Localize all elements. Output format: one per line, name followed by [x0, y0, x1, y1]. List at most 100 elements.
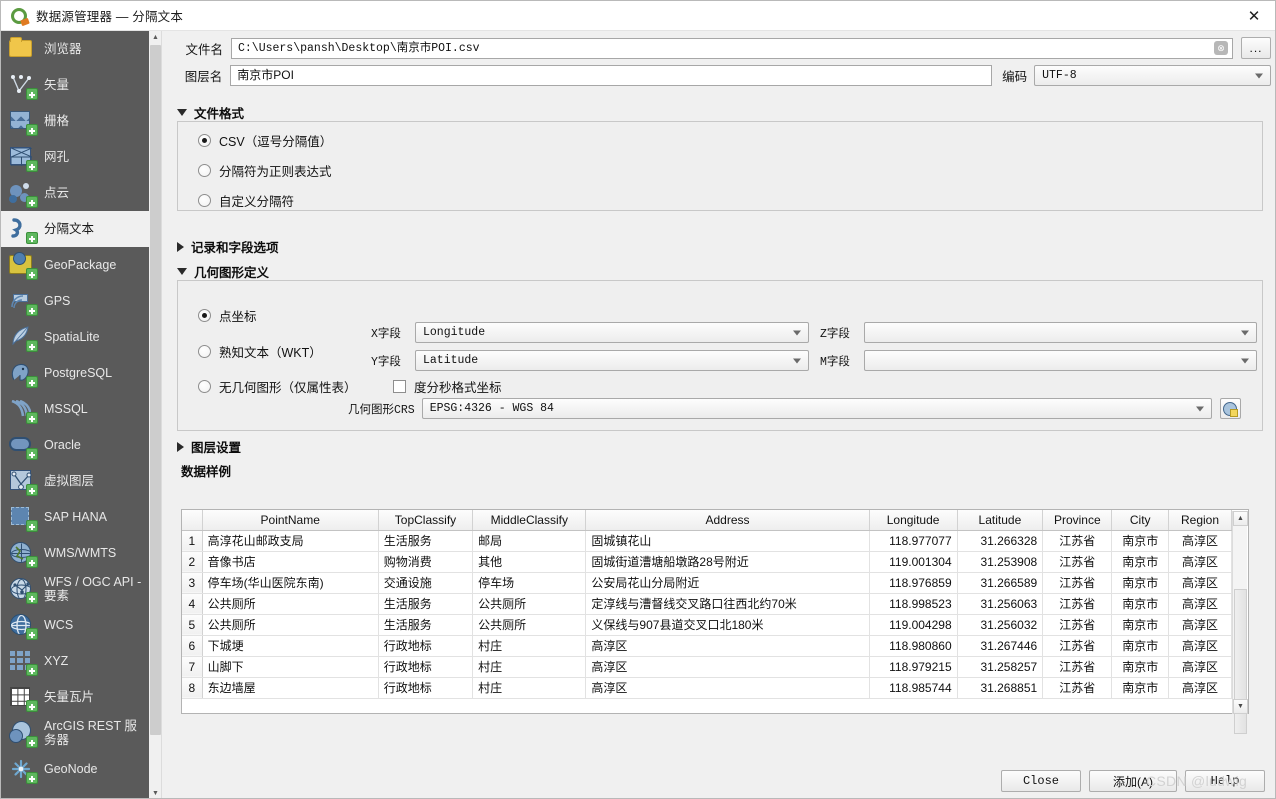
crs-select[interactable]: EPSG:4326 - WGS 84: [421, 398, 1212, 419]
chevron-down-icon: [1241, 330, 1249, 335]
sidebar-item-2[interactable]: 栅格: [1, 103, 149, 139]
radio-custom-delimiter[interactable]: 自定义分隔符: [198, 191, 294, 210]
sidebar-item-18[interactable]: 矢量瓦片: [1, 679, 149, 715]
sidebar-item-3[interactable]: 网孔: [1, 139, 149, 175]
filename-input[interactable]: C:\Users\pansh\Desktop\南京市POI.csv: [231, 37, 1233, 59]
table-row[interactable]: 6 下城埂 行政地标 村庄 高淳区 118.980860 31.267446 江苏省 南京市 高淳…: [182, 635, 1232, 657]
browse-file-button[interactable]: ...: [1241, 37, 1271, 59]
add-badge-icon: [26, 268, 38, 280]
radio-point-coordinates[interactable]: 点坐标: [198, 306, 257, 325]
layername-input[interactable]: 南京市POI: [230, 65, 993, 86]
filename-row: 文件名 C:\Users\pansh\Desktop\南京市POI.csv ⊗ …: [171, 37, 1271, 59]
radio-dot-icon: [198, 309, 211, 322]
table-row[interactable]: 8 东边墙屋 行政地标 村庄 高淳区 118.985744 31.268851 江苏省 南京市高…: [182, 677, 1232, 699]
close-button[interactable]: Close: [1001, 770, 1081, 792]
sidebar-item-11[interactable]: Oracle: [1, 427, 149, 463]
layer-settings-header[interactable]: 图层设置: [177, 437, 241, 456]
table-cell: 高淳花山邮政支局: [202, 530, 379, 552]
table-vertical-scrollbar[interactable]: ▲ ▼: [1232, 511, 1248, 734]
table-row[interactable]: 4 公共厕所 生活服务 公共厕所 定淳线与漕督线交叉路口往西北约70米 118.99852…: [182, 593, 1232, 615]
dms-checkbox-row[interactable]: 度分秒格式坐标: [393, 377, 502, 396]
sidebar-item-6[interactable]: GeoPackage: [1, 247, 149, 283]
column-header-4[interactable]: Longitude: [869, 510, 958, 531]
postgresql-icon: [7, 359, 38, 388]
title-bar: 数据源管理器 — 分隔文本 ✕: [1, 1, 1275, 31]
table-cell: 公共厕所: [472, 614, 587, 636]
file-format-groupbox: CSV（逗号分隔值） 分隔符为正则表达式 自定义分隔符: [177, 121, 1263, 211]
radio-wkt[interactable]: 熟知文本（WKT）: [198, 342, 322, 361]
column-header-1[interactable]: TopClassify: [378, 510, 474, 531]
sidebar-item-19[interactable]: ArcGIS REST 服务器: [1, 715, 149, 751]
sidebar-item-7[interactable]: GPS: [1, 283, 149, 319]
sidebar-item-16[interactable]: WCS: [1, 607, 149, 643]
sidebar-item-label: WCS: [44, 617, 74, 632]
radio-csv[interactable]: CSV（逗号分隔值）: [198, 131, 332, 150]
x-field-select[interactable]: Longitude: [415, 322, 809, 343]
sidebar-item-1[interactable]: 矢量: [1, 67, 149, 103]
sidebar-item-14[interactable]: WMS/WMTS: [1, 535, 149, 571]
crs-label: 几何图形CRS: [348, 403, 415, 417]
x-field-value: Longitude: [423, 326, 486, 339]
table-row[interactable]: 2 音像书店 购物消费 其他 固城街道漕塘船墩路28号附近 119.001304 31.25…: [182, 551, 1232, 573]
sidebar-item-17[interactable]: XYZ: [1, 643, 149, 679]
vector-tile-icon: [7, 683, 38, 712]
table-row[interactable]: 7 山脚下 行政地标 村庄 高淳区 118.979215 31.258257 江苏省 南京市 高淳…: [182, 656, 1232, 678]
table-cell: 高淳区: [1168, 614, 1232, 636]
table-cell: 南京市: [1111, 635, 1170, 657]
scroll-down-icon[interactable]: ▼: [1233, 699, 1248, 714]
close-icon[interactable]: ✕: [1231, 1, 1275, 30]
table-row[interactable]: 1 高淳花山邮政支局 生活服务 邮局 固城镇花山 118.977077 31.266328 江…: [182, 530, 1232, 552]
m-field-label: M字段: [820, 355, 850, 369]
column-header-8[interactable]: Region: [1168, 510, 1232, 531]
geometry-definition-header[interactable]: 几何图形定义: [177, 262, 269, 281]
sidebar-item-15[interactable]: WFS / OGC API - 要素: [1, 571, 149, 607]
column-header-7[interactable]: City: [1111, 510, 1170, 531]
sidebar-item-12[interactable]: 虚拟图层: [1, 463, 149, 499]
table-cell: 118.979215: [869, 656, 958, 678]
sidebar-item-4[interactable]: 点云: [1, 175, 149, 211]
source-type-sidebar[interactable]: 浏览器 矢量 栅格 网孔 点云 分隔文本 GeoPackage GPS SpatiaLite Po…: [1, 31, 149, 798]
radio-regex-delimiter[interactable]: 分隔符为正则表达式: [198, 161, 332, 180]
table-cell: 停车场: [472, 572, 587, 594]
chevron-down-icon: [177, 109, 187, 116]
radio-no-geometry[interactable]: 无几何图形（仅属性表）: [198, 377, 357, 396]
column-header-0[interactable]: PointName: [202, 510, 379, 531]
scroll-up-icon[interactable]: ▲: [1233, 511, 1248, 526]
scroll-down-icon[interactable]: ▼: [149, 787, 162, 798]
table-cell: 江苏省: [1042, 635, 1113, 657]
table-cell: 村庄: [472, 656, 587, 678]
add-badge-icon: [26, 520, 38, 532]
file-format-section-header[interactable]: 文件格式: [177, 103, 244, 122]
sidebar-item-5[interactable]: 分隔文本: [1, 211, 149, 247]
encoding-select[interactable]: UTF-8: [1034, 65, 1271, 86]
add-badge-icon: [26, 664, 38, 676]
sidebar-item-10[interactable]: MSSQL: [1, 391, 149, 427]
sidebar-item-9[interactable]: PostgreSQL: [1, 355, 149, 391]
y-field-select[interactable]: Latitude: [415, 350, 809, 371]
sidebar-item-20[interactable]: GeoNode: [1, 751, 149, 787]
sidebar-item-8[interactable]: SpatiaLite: [1, 319, 149, 355]
sidebar-item-0[interactable]: 浏览器: [1, 31, 149, 67]
table-row[interactable]: 5 公共厕所 生活服务 公共厕所 义保线与907县道交叉口北180米 119.004298…: [182, 614, 1232, 636]
help-button[interactable]: Help: [1185, 770, 1265, 792]
table-cell: 高淳区: [1168, 593, 1232, 615]
scroll-up-icon[interactable]: ▲: [149, 31, 162, 44]
z-field-select[interactable]: [864, 322, 1257, 343]
scrollbar-thumb[interactable]: [150, 45, 161, 735]
column-header-5[interactable]: Latitude: [957, 510, 1044, 531]
column-header-2[interactable]: MiddleClassify: [472, 510, 587, 531]
column-header-6[interactable]: Province: [1042, 510, 1113, 531]
sidebar-scrollbar[interactable]: ▲ ▼: [149, 31, 162, 798]
table-row[interactable]: 3 停车场(华山医院东南) 交通设施 停车场 公安局花山分局附近 118.976859 31…: [182, 572, 1232, 594]
crs-picker-icon[interactable]: [1219, 398, 1241, 419]
record-field-options-header[interactable]: 记录和字段选项: [177, 237, 279, 256]
clear-filename-icon[interactable]: ⊗: [1214, 41, 1228, 55]
m-field-select[interactable]: [864, 350, 1257, 371]
sidebar-item-13[interactable]: SAP HANA: [1, 499, 149, 535]
dms-checkbox[interactable]: [393, 380, 406, 393]
add-button[interactable]: 添加(A): [1089, 770, 1177, 792]
column-header-3[interactable]: Address: [585, 510, 870, 531]
table-cell: 公共厕所: [472, 593, 587, 615]
geopackage-icon: [7, 251, 38, 280]
sidebar-item-label: 虚拟图层: [44, 473, 95, 488]
